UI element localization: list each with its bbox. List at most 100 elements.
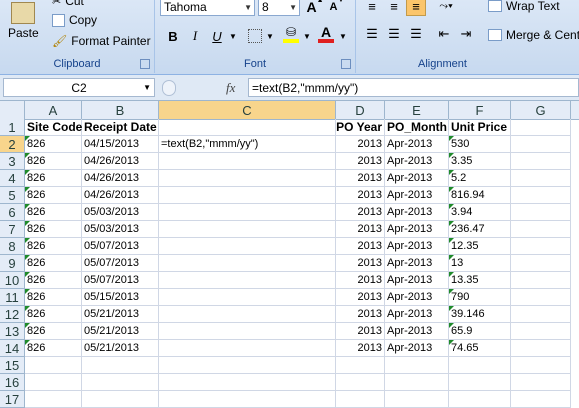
cell-b9[interactable]: 05/07/2013 [82, 255, 159, 272]
row-header[interactable]: 3 [0, 153, 25, 170]
cell-c7[interactable] [159, 221, 336, 238]
cell-g11[interactable] [511, 289, 571, 306]
align-right-button[interactable]: ☰ [406, 24, 426, 44]
chevron-down-icon[interactable]: ▼ [303, 32, 311, 41]
align-left-button[interactable]: ☰ [362, 24, 382, 44]
cell-a3[interactable]: 826 [25, 153, 82, 170]
cell-a7[interactable]: 826 [25, 221, 82, 238]
cell-a5[interactable]: 826 [25, 187, 82, 204]
cell-f9[interactable]: 13 [449, 255, 511, 272]
borders-button[interactable] [245, 26, 265, 46]
column-header-g[interactable]: G [511, 101, 571, 119]
cell-d3[interactable]: 2013 [336, 153, 385, 170]
cell-f13[interactable]: 65.9 [449, 323, 511, 340]
cell-b14[interactable]: 05/21/2013 [82, 340, 159, 357]
cell-e12[interactable]: Apr-2013 [385, 306, 449, 323]
column-header-b[interactable]: B [82, 101, 159, 119]
cell-c4[interactable] [159, 170, 336, 187]
cell-g17[interactable] [511, 391, 571, 408]
row-header[interactable]: 17 [0, 391, 25, 408]
cell-c17[interactable] [159, 391, 336, 408]
clipboard-launcher-icon[interactable] [140, 59, 150, 69]
align-bottom-button[interactable]: ≡ [406, 0, 426, 16]
cell-b1[interactable]: Receipt Date [82, 119, 159, 136]
row-header[interactable]: 7 [0, 221, 25, 238]
chevron-down-icon[interactable]: ▼ [339, 32, 347, 41]
cell-e7[interactable]: Apr-2013 [385, 221, 449, 238]
cell-e17[interactable] [385, 391, 449, 408]
cell-d5[interactable]: 2013 [336, 187, 385, 204]
cell-d10[interactable]: 2013 [336, 272, 385, 289]
cell-a4[interactable]: 826 [25, 170, 82, 187]
font-launcher-icon[interactable] [341, 59, 351, 69]
cell-b3[interactable]: 04/26/2013 [82, 153, 159, 170]
cell-a12[interactable]: 826 [25, 306, 82, 323]
resize-handle-icon[interactable] [162, 80, 176, 96]
cell-b2[interactable]: 04/15/2013 [82, 136, 159, 153]
underline-button[interactable]: U [207, 26, 227, 46]
cell-e16[interactable] [385, 374, 449, 391]
cell-g1[interactable] [511, 119, 571, 136]
cell-g3[interactable] [511, 153, 571, 170]
shrink-font-button[interactable]: A ▼ [327, 0, 347, 17]
row-header[interactable]: 4 [0, 170, 25, 187]
cell-f11[interactable]: 790 [449, 289, 511, 306]
name-box[interactable]: C2 ▼ [3, 78, 155, 97]
column-header-a[interactable]: A [25, 101, 82, 119]
cell-e11[interactable]: Apr-2013 [385, 289, 449, 306]
cell-b17[interactable] [82, 391, 159, 408]
cell-d8[interactable]: 2013 [336, 238, 385, 255]
cell-f4[interactable]: 5.2 [449, 170, 511, 187]
cell-d13[interactable]: 2013 [336, 323, 385, 340]
row-header[interactable]: 16 [0, 374, 25, 391]
cell-e13[interactable]: Apr-2013 [385, 323, 449, 340]
merge-center-button[interactable]: Merge & Cent [488, 28, 579, 42]
cell-g14[interactable] [511, 340, 571, 357]
cell-a10[interactable]: 826 [25, 272, 82, 289]
cell-g4[interactable] [511, 170, 571, 187]
cell-e4[interactable]: Apr-2013 [385, 170, 449, 187]
column-header-c[interactable]: C [159, 101, 336, 119]
cell-e1[interactable]: PO_Month [385, 119, 449, 136]
column-header-f[interactable]: F [449, 101, 511, 119]
cell-b7[interactable]: 05/03/2013 [82, 221, 159, 238]
cell-g10[interactable] [511, 272, 571, 289]
cell-f3[interactable]: 3.35 [449, 153, 511, 170]
cell-e6[interactable]: Apr-2013 [385, 204, 449, 221]
cell-e3[interactable]: Apr-2013 [385, 153, 449, 170]
cell-c11[interactable] [159, 289, 336, 306]
cell-c13[interactable] [159, 323, 336, 340]
font-size-select[interactable]: 8 ▼ [258, 0, 300, 16]
insert-function-button[interactable]: fx [226, 80, 235, 96]
cell-e10[interactable]: Apr-2013 [385, 272, 449, 289]
cell-f15[interactable] [449, 357, 511, 374]
cell-g15[interactable] [511, 357, 571, 374]
cell-d14[interactable]: 2013 [336, 340, 385, 357]
cell-a16[interactable] [25, 374, 82, 391]
row-header[interactable]: 11 [0, 289, 25, 306]
cell-g7[interactable] [511, 221, 571, 238]
cell-f17[interactable] [449, 391, 511, 408]
orientation-button[interactable]: ⤳▾ [436, 0, 456, 16]
cell-g8[interactable] [511, 238, 571, 255]
select-all-button[interactable] [0, 101, 25, 119]
fill-color-button[interactable]: ⛁ [281, 24, 301, 44]
cell-f8[interactable]: 12.35 [449, 238, 511, 255]
cell-a2[interactable]: 826 [25, 136, 82, 153]
format-painter-button[interactable]: 🖌 Format Painter [52, 34, 151, 48]
cell-e15[interactable] [385, 357, 449, 374]
cell-b4[interactable]: 04/26/2013 [82, 170, 159, 187]
cell-g16[interactable] [511, 374, 571, 391]
cell-b5[interactable]: 04/26/2013 [82, 187, 159, 204]
cell-c10[interactable] [159, 272, 336, 289]
cell-g9[interactable] [511, 255, 571, 272]
increase-indent-button[interactable]: ⇥ [456, 24, 476, 44]
cell-c6[interactable] [159, 204, 336, 221]
column-header-e[interactable]: E [385, 101, 449, 119]
row-header[interactable]: 1 [0, 119, 25, 136]
cell-b12[interactable]: 05/21/2013 [82, 306, 159, 323]
chevron-down-icon[interactable]: ▼ [266, 32, 274, 41]
cell-d6[interactable]: 2013 [336, 204, 385, 221]
bold-button[interactable]: B [163, 26, 183, 46]
row-header[interactable]: 5 [0, 187, 25, 204]
